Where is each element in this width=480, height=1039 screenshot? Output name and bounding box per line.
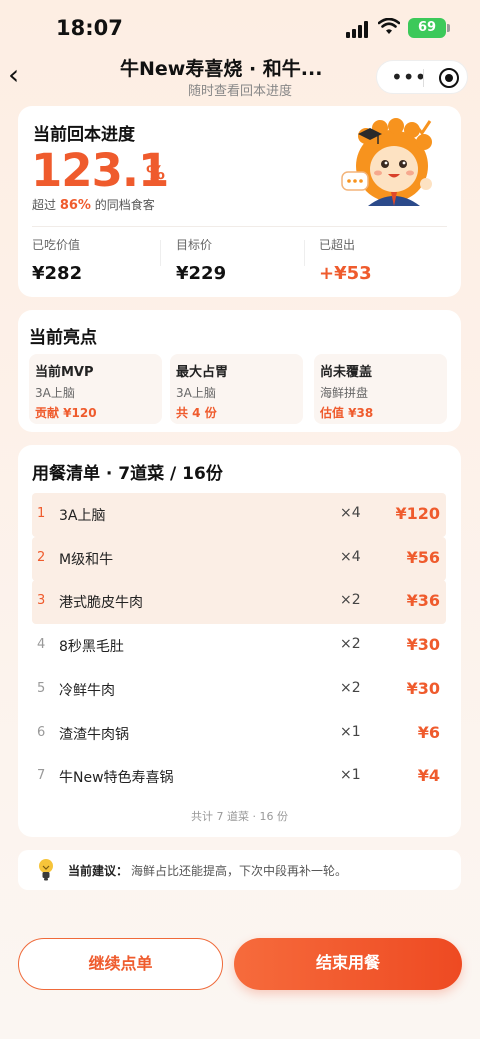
row-rank: 7	[37, 768, 46, 783]
row-name: 3A上脑	[59, 508, 106, 524]
row-qty: ×1	[340, 724, 361, 740]
highlight-biggest: 最大占胃 3A上脑 共 4 份	[170, 354, 303, 424]
status-bar: 18:07 69	[0, 0, 480, 56]
order-row[interactable]: 2 M级和牛 ×4 ¥56	[32, 537, 446, 581]
row-price: ¥56	[406, 548, 440, 567]
page-title: 牛New寿喜烧 · 和牛...	[120, 58, 323, 80]
order-list-card: 用餐清单 · 7道菜 / 16份 1 3A上脑 ×4 ¥120 2 M级和牛 ×…	[18, 445, 461, 837]
page-subtitle: 随时查看回本进度	[187, 84, 292, 99]
row-name: M级和牛	[59, 552, 114, 568]
row-rank: 5	[37, 681, 46, 696]
signal-icon	[346, 20, 372, 38]
stat-value: ¥229	[176, 263, 227, 284]
stat-target: 目标价 ¥229	[176, 236, 306, 284]
highlight-dish: 3A上脑	[176, 386, 216, 400]
highlight-title: 最大占胃	[176, 365, 229, 380]
order-row[interactable]: 4 8秒黑毛肚 ×2 ¥30	[32, 624, 446, 668]
row-price: ¥6	[417, 723, 440, 742]
battery-icon: 69	[408, 18, 450, 38]
row-price: ¥30	[406, 635, 440, 654]
highlight-extra: 估值 ¥38	[320, 406, 374, 420]
highlight-mvp: 当前MVP 3A上脑 贡献 ¥120	[29, 354, 162, 424]
nav-bar: ‹ 牛New寿喜烧 · 和牛... 随时查看回本进度 •••	[0, 50, 480, 102]
target-icon[interactable]	[439, 68, 459, 88]
row-rank: 6	[37, 725, 46, 740]
row-qty: ×2	[340, 592, 361, 608]
highlight-uncovered: 尚未覆盖 海鲜拼盘 估值 ¥38	[314, 354, 447, 424]
order-row[interactable]: 7 牛New特色寿喜锅 ×1 ¥4	[32, 755, 446, 799]
back-icon[interactable]: ‹	[8, 60, 28, 90]
highlights-card: 当前亮点 当前MVP 3A上脑 贡献 ¥120 最大占胃 3A上脑 共 4 份 …	[18, 310, 461, 432]
wifi-icon	[378, 18, 400, 34]
order-row[interactable]: 5 冷鲜牛肉 ×2 ¥30	[32, 668, 446, 712]
stat-separator	[304, 240, 305, 266]
highlights-title: 当前亮点	[29, 328, 97, 348]
progress-unit: %	[146, 162, 166, 184]
row-price: ¥30	[406, 679, 440, 698]
order-title: 用餐清单 · 7道菜 / 16份	[32, 464, 223, 484]
row-qty: ×4	[340, 549, 361, 565]
row-price: ¥120	[395, 504, 440, 523]
stat-label: 目标价	[176, 238, 213, 252]
stat-label: 已超出	[319, 238, 356, 252]
row-price: ¥36	[406, 591, 440, 610]
row-price: ¥4	[417, 766, 440, 785]
stat-separator	[160, 240, 161, 266]
continue-order-button[interactable]: 继续点单	[18, 938, 223, 990]
stat-value: ¥282	[32, 263, 83, 284]
more-icon[interactable]: •••	[391, 67, 426, 89]
row-qty: ×2	[340, 636, 361, 652]
stats-divider	[32, 226, 447, 227]
capsule-divider	[423, 69, 424, 87]
suggestion-text: 海鲜占比还能提高，下次中段再补一轮。	[131, 864, 348, 878]
stat-value: +¥53	[319, 263, 372, 284]
mascot-icon	[341, 118, 432, 206]
end-meal-button[interactable]: 结束用餐	[234, 938, 462, 990]
stat-eaten: 已吃价值 ¥282	[32, 236, 162, 284]
order-row[interactable]: 3 港式脆皮牛肉 ×2 ¥36	[32, 580, 446, 624]
beat-text: 超过 86% 的同档食客	[32, 196, 155, 213]
highlight-title: 尚未覆盖	[320, 365, 373, 380]
status-time: 18:07	[56, 16, 123, 40]
beat-value: 86%	[59, 198, 91, 213]
row-name: 牛New特色寿喜锅	[59, 770, 174, 786]
highlight-extra: 共 4 份	[176, 406, 217, 420]
menu-capsule: •••	[376, 60, 468, 94]
highlight-dish: 海鲜拼盘	[320, 386, 369, 400]
highlight-extra: 贡献 ¥120	[35, 406, 97, 420]
row-qty: ×1	[340, 767, 361, 783]
row-rank: 1	[37, 506, 46, 521]
order-row[interactable]: 6 渣渣牛肉锅 ×1 ¥6	[32, 712, 446, 756]
row-rank: 2	[37, 550, 46, 565]
suggestion-label: 当前建议：	[68, 864, 129, 878]
order-total: 共计 7 道菜 · 16 份	[191, 810, 288, 823]
beat-suffix: 的同档食客	[94, 198, 155, 212]
stat-exceeded: 已超出 +¥53	[319, 236, 449, 284]
beat-prefix: 超过	[32, 198, 57, 212]
progress-card: 当前回本进度 123.1 % 超过 86% 的同档食客 已吃价值 ¥282 目标…	[18, 106, 461, 297]
bulb-icon	[39, 859, 53, 881]
stat-label: 已吃价值	[32, 238, 81, 252]
suggestion-bar: 当前建议： 海鲜占比还能提高，下次中段再补一轮。	[18, 850, 461, 890]
progress-title: 当前回本进度	[33, 125, 135, 145]
row-name: 冷鲜牛肉	[59, 683, 115, 699]
highlight-dish: 3A上脑	[35, 386, 75, 400]
row-qty: ×4	[340, 505, 361, 521]
row-rank: 4	[37, 637, 46, 652]
row-qty: ×2	[340, 680, 361, 696]
highlight-title: 当前MVP	[35, 365, 94, 380]
row-rank: 3	[37, 593, 46, 608]
row-name: 渣渣牛肉锅	[59, 727, 129, 743]
row-name: 港式脆皮牛肉	[59, 595, 143, 611]
order-row[interactable]: 1 3A上脑 ×4 ¥120	[32, 493, 446, 537]
row-name: 8秒黑毛肚	[59, 639, 124, 655]
